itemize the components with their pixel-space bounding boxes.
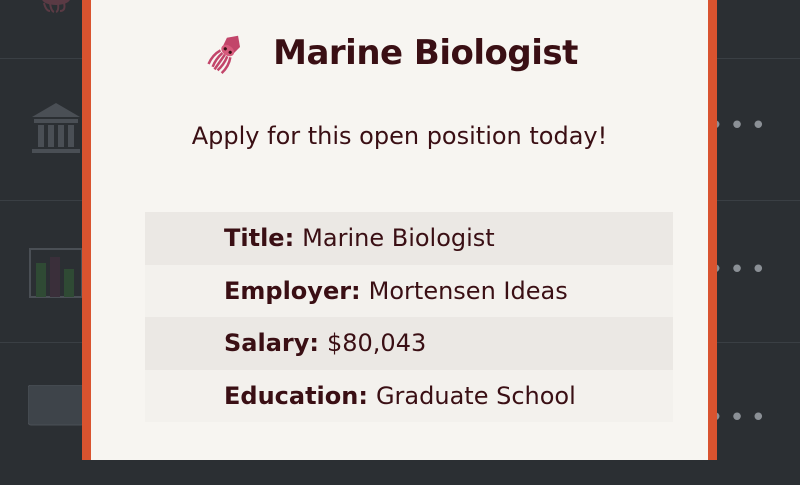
bank-icon — [32, 103, 80, 153]
detail-value: $80,043 — [326, 329, 427, 358]
detail-label: Education: — [224, 381, 368, 410]
squid-icon — [207, 35, 241, 75]
detail-row-employer: Employer: Mortensen Ideas — [145, 264, 673, 317]
modal-subtitle: Apply for this open position today! — [191, 122, 608, 150]
more-menu-button[interactable]: ••• — [708, 111, 772, 141]
detail-row-salary: Salary: $80,043 — [145, 317, 673, 370]
job-details-table: Title: Marine Biologist Employer: Morten… — [145, 212, 673, 422]
more-menu-button[interactable]: ••• — [708, 403, 772, 433]
detail-row-title: Title: Marine Biologist — [145, 212, 673, 265]
detail-row-education: Education: Graduate School — [145, 369, 673, 422]
monitor-icon — [28, 385, 84, 426]
squid-icon — [42, 0, 70, 13]
detail-label: Title: — [224, 224, 295, 253]
more-menu-button[interactable]: ••• — [708, 255, 772, 285]
detail-label: Salary: — [224, 329, 319, 358]
detail-label: Employer: — [224, 276, 361, 305]
modal-title: Marine Biologist — [273, 33, 578, 73]
detail-value: Mortensen Ideas — [368, 276, 568, 305]
detail-value: Graduate School — [375, 381, 576, 410]
detail-value: Marine Biologist — [302, 224, 495, 253]
bar-chart-icon — [29, 248, 83, 298]
modal-header: Marine Biologist — [91, 28, 708, 78]
job-offer-modal: Marine Biologist Apply for this open pos… — [82, 0, 717, 460]
